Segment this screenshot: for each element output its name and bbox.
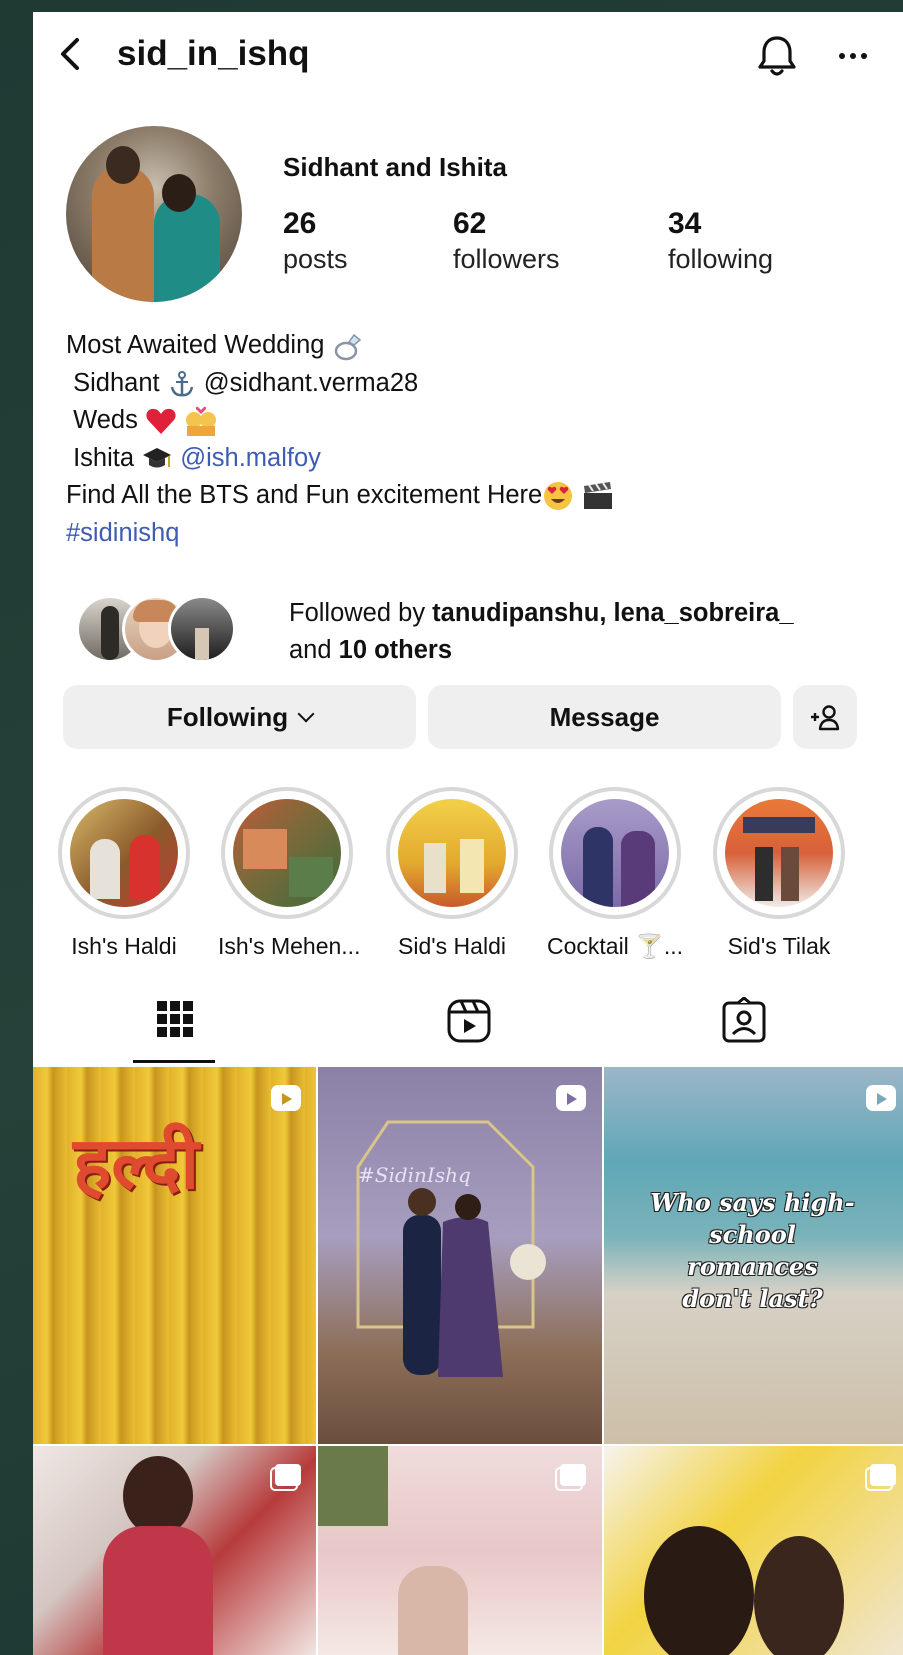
clapper-board-icon (584, 482, 613, 510)
phone-screen: sid_in_ishq Sidhant and Ishita 26 posts … (33, 12, 903, 1655)
post-romance-text: Who says high-school romances don't last… (650, 1188, 855, 1313)
bio-hashtag[interactable]: #sidinishq (66, 519, 179, 547)
chevron-down-icon (297, 705, 315, 723)
message-button[interactable]: Message (428, 685, 781, 749)
couple-photo: #SidinIshq (356, 1120, 546, 1377)
profile-tabs (33, 997, 903, 1067)
post-thumbnail[interactable] (604, 1446, 903, 1655)
multiple-photos-icon (865, 1464, 896, 1491)
reels-tab-icon[interactable] (429, 997, 509, 1057)
followed-by-row[interactable]: Followed by tanudipanshu, lena_sobreira_… (76, 595, 903, 675)
stat-followers-label: followers (453, 244, 560, 274)
followed-by-text: Followed by tanudipanshu, lena_sobreira_… (289, 595, 794, 669)
profile-avatar[interactable] (66, 126, 242, 302)
followed-by-names[interactable]: tanudipanshu, lena_sobreira_ (432, 599, 793, 627)
anchor-icon (170, 370, 193, 397)
multiple-photos-icon (270, 1464, 301, 1491)
tagged-tab-icon[interactable] (704, 997, 784, 1057)
bio-ishita: Ishita (73, 443, 135, 472)
suggest-people-button[interactable] (793, 685, 857, 749)
highlight-sid-haldi[interactable]: Sid's Haldi (383, 787, 521, 960)
highlight-label: Sid's Haldi (398, 933, 506, 959)
post-thumbnail[interactable] (33, 1446, 316, 1655)
top-bar: sid_in_ishq (33, 12, 903, 92)
active-tab-indicator (133, 1060, 215, 1063)
reel-icon (271, 1085, 301, 1111)
followed-by-and: and (289, 636, 332, 664)
grid-tab-icon[interactable] (135, 997, 215, 1057)
followed-by-prefix: Followed by (289, 599, 426, 627)
bio-ishita-handle[interactable]: @ish.malfoy (180, 444, 321, 472)
post-thumbnail[interactable] (318, 1446, 602, 1655)
follower-avatar (168, 595, 236, 663)
stat-posts[interactable]: 26 posts (283, 207, 348, 277)
highlight-cocktail[interactable]: Cocktail 🍸... (546, 787, 684, 960)
bio-sidhant: Sidhant (73, 368, 160, 397)
graduation-cap-icon (143, 447, 172, 468)
stat-posts-label: posts (283, 244, 348, 274)
multiple-photos-icon (555, 1464, 586, 1491)
profile-display-name: Sidhant and Ishita (283, 152, 507, 182)
stat-following-label: following (668, 244, 774, 274)
stat-following-count: 34 (668, 207, 702, 240)
stat-following[interactable]: 34 following (668, 207, 773, 277)
post-thumbnail[interactable]: Who says high-school romances don't last… (604, 1067, 903, 1444)
highlight-label: Sid's Tilak (727, 933, 831, 959)
stat-posts-count: 26 (283, 207, 317, 240)
svg-text:#SidinIshq: #SidinIshq (358, 1163, 471, 1187)
highlight-label: Ish's Haldi (71, 933, 177, 959)
back-arrow-icon[interactable] (55, 34, 85, 74)
bio-weds: Weds (73, 406, 138, 434)
reel-icon (866, 1085, 896, 1111)
following-button-label: Following (166, 702, 289, 732)
highlight-label: Cocktail 🍸... (546, 933, 683, 959)
highlight-label: Ish's Mehen... (218, 933, 361, 959)
red-heart-icon (146, 409, 176, 435)
couple-kiss-icon (186, 407, 217, 437)
following-button[interactable]: Following (63, 685, 416, 749)
bio-line-5: Find All the BTS and Fun excitement Here (66, 481, 543, 509)
highlight-sid-tilak[interactable]: Sid's Tilak (710, 787, 848, 960)
highlight-ish-haldi[interactable]: Ish's Haldi (55, 787, 193, 960)
heart-eyes-icon (544, 482, 573, 511)
post-haldi-text: हल्दी (73, 1121, 200, 1205)
post-thumbnail[interactable]: #SidinIshq (318, 1067, 602, 1444)
highlight-ish-mehendi[interactable]: Ish's Mehen... (218, 787, 361, 960)
post-thumbnail[interactable]: हल्दी (33, 1067, 316, 1444)
message-button-label: Message (549, 702, 660, 732)
reel-icon (556, 1085, 586, 1111)
more-options-icon[interactable] (833, 34, 873, 74)
profile-bio: Most Awaited Wedding Sidhant @sidhant.ve… (66, 327, 886, 552)
bio-sidhant-handle[interactable]: @sidhant.verma28 (204, 369, 418, 397)
stat-followers[interactable]: 62 followers (453, 207, 560, 277)
profile-username: sid_in_ishq (117, 34, 310, 73)
ring-icon (334, 334, 361, 361)
bio-line-1: Most Awaited Wedding (66, 331, 325, 359)
add-person-icon (811, 705, 840, 731)
bell-icon[interactable] (755, 32, 799, 80)
followed-by-others[interactable]: 10 others (339, 636, 452, 664)
stat-followers-count: 62 (453, 207, 487, 240)
